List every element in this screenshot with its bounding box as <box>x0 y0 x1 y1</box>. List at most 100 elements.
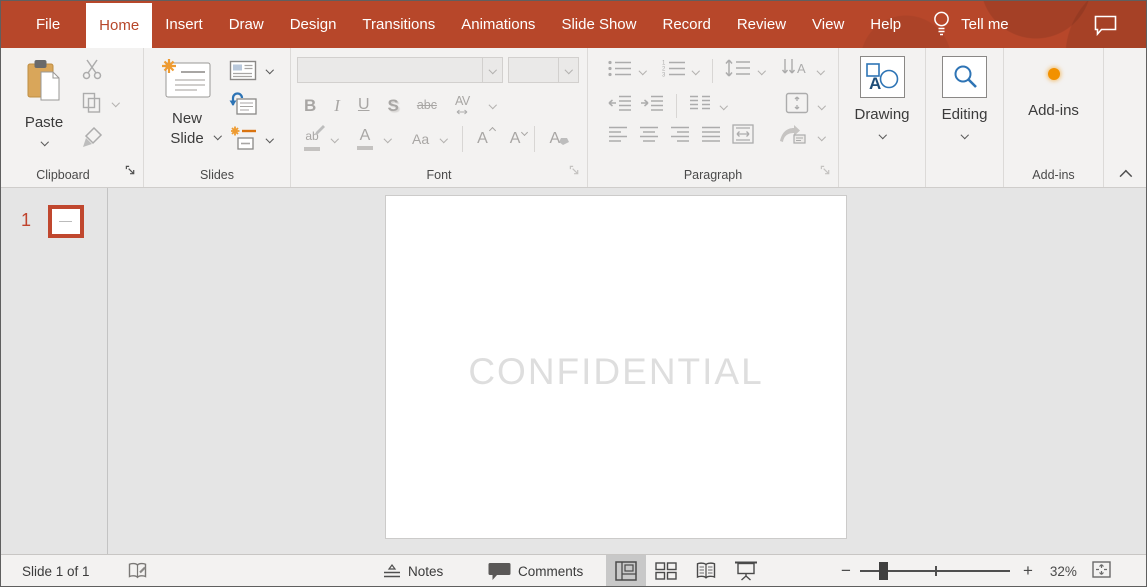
drawing-chevron[interactable] <box>878 132 887 138</box>
copy-icon <box>82 101 102 118</box>
numbering-chevron[interactable] <box>691 68 700 74</box>
tab-home[interactable]: Home <box>86 3 152 48</box>
spell-check-button[interactable] <box>127 555 149 587</box>
editing-button[interactable]: Editing <box>926 56 1003 138</box>
copy-button[interactable] <box>82 92 102 119</box>
font-color-button[interactable]: A <box>357 128 373 150</box>
new-slide-label: New Slide <box>163 109 211 148</box>
normal-view-button[interactable] <box>606 555 646 587</box>
tab-design[interactable]: Design <box>277 1 350 48</box>
slide-sorter-view-button[interactable] <box>646 555 686 587</box>
reset-button[interactable] <box>229 92 257 121</box>
italic-button[interactable]: I <box>334 97 340 114</box>
slide-show-view-button[interactable] <box>726 555 766 587</box>
justify-button[interactable] <box>701 125 721 148</box>
distribute-button[interactable] <box>732 124 754 149</box>
section-dropdown-chevron[interactable] <box>265 136 274 142</box>
tab-transitions[interactable]: Transitions <box>349 1 448 48</box>
tab-file[interactable]: File <box>23 1 73 48</box>
tab-help[interactable]: Help <box>857 1 914 48</box>
new-slide-button[interactable]: New Slide <box>154 54 220 148</box>
decrease-font-size-button[interactable]: A <box>510 131 521 147</box>
zoom-slider-handle[interactable] <box>879 562 888 580</box>
cut-button[interactable] <box>81 58 103 85</box>
decrease-indent-button[interactable] <box>608 94 632 117</box>
align-left-button[interactable] <box>608 125 628 148</box>
columns-button[interactable] <box>689 94 711 117</box>
text-shadow-button[interactable]: S <box>388 97 399 114</box>
layout-dropdown-chevron[interactable] <box>265 67 274 73</box>
align-text-button[interactable] <box>785 92 809 119</box>
copy-dropdown-chevron[interactable] <box>111 100 120 106</box>
slide-thumbnail[interactable] <box>48 205 84 238</box>
numbering-button[interactable]: 123 <box>661 59 685 83</box>
paste-dropdown-chevron[interactable] <box>40 139 49 145</box>
clear-formatting-button[interactable]: A <box>549 130 560 148</box>
notes-toggle[interactable]: Notes <box>383 555 443 587</box>
align-text-chevron[interactable] <box>817 103 826 109</box>
strikethrough-button[interactable]: abc <box>417 99 437 112</box>
tell-me[interactable]: Tell me <box>932 1 1009 48</box>
section-button[interactable] <box>231 126 257 157</box>
tab-view[interactable]: View <box>799 1 857 48</box>
character-spacing-button[interactable]: AV <box>455 95 470 115</box>
change-case-chevron[interactable] <box>439 136 448 142</box>
font-name-dropdown-chevron[interactable] <box>482 58 502 82</box>
tab-record[interactable]: Record <box>649 1 723 48</box>
increase-font-size-button[interactable]: A <box>477 131 488 147</box>
font-size-dropdown-chevron[interactable] <box>558 58 578 82</box>
character-spacing-chevron[interactable] <box>488 102 497 108</box>
align-center-button[interactable] <box>639 125 659 148</box>
convert-to-smartart-button[interactable] <box>778 124 806 149</box>
drawing-button[interactable]: A Drawing <box>839 56 925 138</box>
bullets-button[interactable] <box>608 59 632 83</box>
bullets-chevron[interactable] <box>638 68 647 74</box>
zoom-level[interactable]: 32% <box>1050 564 1077 579</box>
ribbon-right-spacer <box>1104 48 1146 187</box>
editing-label: Editing <box>942 106 988 123</box>
underline-button[interactable]: U <box>358 97 370 113</box>
align-right-button[interactable] <box>670 125 690 148</box>
increase-indent-button[interactable] <box>640 94 664 117</box>
editing-chevron[interactable] <box>960 132 969 138</box>
slide[interactable]: CONFIDENTIAL <box>385 195 847 539</box>
highlight-button[interactable]: ab <box>304 127 320 151</box>
tab-slide-show[interactable]: Slide Show <box>548 1 649 48</box>
line-spacing-button[interactable] <box>725 58 751 83</box>
comment-bubble-icon[interactable] <box>1094 15 1118 41</box>
font-name-combobox[interactable] <box>297 57 503 83</box>
powerpoint-window: File Home Insert Draw Design Transitions… <box>0 0 1147 587</box>
layout-button[interactable] <box>229 60 257 86</box>
zoom-in-button[interactable]: + <box>1023 561 1033 581</box>
columns-chevron[interactable] <box>719 103 728 109</box>
tab-review[interactable]: Review <box>724 1 799 48</box>
line-spacing-chevron[interactable] <box>757 68 766 74</box>
zoom-slider[interactable] <box>860 563 1010 579</box>
paragraph-dialog-launcher[interactable] <box>820 163 831 181</box>
zoom-out-button[interactable]: − <box>841 561 851 581</box>
clipboard-dialog-launcher[interactable] <box>125 163 136 181</box>
bold-button[interactable]: B <box>304 97 316 114</box>
font-size-combobox[interactable] <box>508 57 579 83</box>
font-color-glyph: A <box>360 128 371 144</box>
reading-view-button[interactable] <box>686 555 726 587</box>
fit-slide-to-window-button[interactable] <box>1092 561 1111 581</box>
new-slide-dropdown-chevron[interactable] <box>213 133 222 139</box>
paste-button[interactable]: Paste <box>14 55 74 145</box>
tab-insert[interactable]: Insert <box>152 1 216 48</box>
text-direction-chevron[interactable] <box>816 68 825 74</box>
addins-button[interactable]: Add-ins <box>1004 68 1103 119</box>
collapse-ribbon-chevron[interactable] <box>1119 170 1133 179</box>
tab-animations[interactable]: Animations <box>448 1 548 48</box>
spell-check-icon <box>127 561 149 581</box>
highlight-chevron[interactable] <box>330 136 339 142</box>
tab-draw[interactable]: Draw <box>216 1 277 48</box>
change-case-button[interactable]: Aa <box>412 132 429 146</box>
text-direction-button[interactable]: A <box>782 58 810 83</box>
comments-toggle[interactable]: Comments <box>488 555 583 587</box>
format-painter-button[interactable] <box>81 126 105 155</box>
comments-label: Comments <box>518 564 583 579</box>
font-color-chevron[interactable] <box>383 136 392 142</box>
font-dialog-launcher[interactable] <box>569 163 580 181</box>
smartart-chevron[interactable] <box>817 134 826 140</box>
